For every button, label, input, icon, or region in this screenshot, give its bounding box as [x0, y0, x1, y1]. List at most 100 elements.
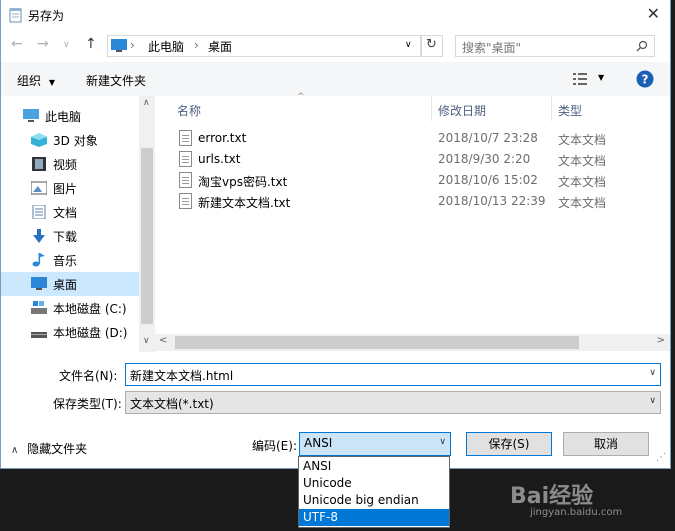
column-header-date[interactable]: 修改日期: [438, 102, 486, 119]
nav-item-label: 视频: [53, 158, 78, 172]
encoding-value: ANSI: [304, 436, 333, 450]
up-arrow-icon[interactable]: ↑: [85, 36, 97, 52]
column-divider[interactable]: [431, 96, 432, 121]
nav-item-documents[interactable]: 文档: [1, 200, 139, 224]
video-icon: [32, 157, 46, 171]
cancel-button[interactable]: 取消: [563, 432, 649, 456]
sort-ascending-icon: ^: [297, 92, 305, 102]
view-dropdown-icon[interactable]: ▼: [598, 73, 604, 82]
nav-item-downloads[interactable]: 下载: [1, 224, 139, 248]
organize-label: 组织: [17, 74, 42, 88]
nav-item-drive-d[interactable]: 本地磁盘 (D:): [1, 320, 139, 344]
file-date: 2018/10/13 22:39: [438, 194, 546, 208]
horizontal-scrollbar[interactable]: < >: [155, 334, 670, 351]
scroll-down-icon[interactable]: ∨: [143, 336, 150, 346]
file-row[interactable]: error.txt 2018/10/7 23:28 文本文档: [162, 128, 670, 149]
filetype-dropdown-icon[interactable]: ∨: [649, 396, 656, 406]
organize-dropdown-icon: ▼: [48, 78, 55, 87]
watermark-url: jingyan.baidu.com: [530, 507, 623, 518]
encoding-label: 编码(E):: [252, 439, 297, 453]
file-type: 文本文档: [558, 154, 607, 168]
file-date: 2018/10/7 23:28: [438, 131, 538, 145]
nav-item-label: 本地磁盘 (C:): [53, 302, 127, 316]
svg-text:?: ?: [642, 73, 649, 87]
title-bar: 另存为 ✕: [1, 0, 670, 30]
scroll-up-icon[interactable]: ∧: [143, 98, 150, 108]
file-name: 新建文本文档.txt: [198, 196, 291, 210]
encoding-option-ansi[interactable]: ANSI: [299, 458, 449, 475]
new-folder-button[interactable]: 新建文件夹: [86, 72, 146, 89]
recent-locations-chevron-icon[interactable]: ∨: [63, 40, 70, 50]
nav-scroll-thumb[interactable]: [141, 148, 153, 324]
encoding-options-list: ANSI Unicode Unicode big endian UTF-8: [298, 456, 450, 528]
column-divider[interactable]: [551, 96, 552, 121]
save-as-dialog: 另存为 ✕ ← → ∨ ↑ › 此电脑 › 桌面 ∨ ↻ 搜索"桌面" 组织 ▼…: [0, 0, 671, 469]
forward-arrow-icon[interactable]: →: [37, 36, 49, 52]
breadcrumb-desktop[interactable]: 桌面: [208, 38, 232, 55]
nav-item-label: 此电脑: [45, 110, 82, 124]
column-header-name[interactable]: 名称: [177, 102, 201, 119]
close-icon[interactable]: ✕: [647, 4, 660, 23]
resize-grip-icon[interactable]: ⋰: [656, 452, 666, 463]
text-file-icon: [179, 130, 192, 146]
filename-value: 新建文本文档.html: [130, 369, 234, 383]
search-input[interactable]: 搜索"桌面": [455, 35, 655, 57]
filename-label: 文件名(N):: [59, 369, 118, 383]
scroll-left-icon[interactable]: <: [159, 335, 167, 346]
filename-dropdown-icon[interactable]: ∨: [649, 368, 656, 378]
file-row[interactable]: 新建文本文档.txt 2018/10/13 22:39 文本文档: [162, 191, 670, 212]
breadcrumb-separator-icon: ›: [194, 38, 199, 52]
filename-input[interactable]: 新建文本文档.html ∨: [125, 363, 661, 386]
view-options-icon[interactable]: [573, 73, 587, 85]
organize-menu[interactable]: 组织 ▼: [17, 72, 55, 89]
navigation-pane: 此电脑 3D 对象 视频 图片 文档 下载 音乐 桌面 本地磁盘 (C:) 本地…: [1, 96, 155, 352]
desktop-icon: [111, 39, 127, 52]
encoding-dropdown-icon[interactable]: ∨: [439, 437, 446, 447]
refresh-icon: ↻: [426, 37, 437, 52]
encoding-select[interactable]: ANSI ∨: [299, 432, 451, 456]
nav-item-label: 本地磁盘 (D:): [53, 326, 128, 340]
column-header-type[interactable]: 类型: [558, 102, 582, 119]
file-date: 2018/10/6 15:02: [438, 173, 538, 187]
nav-item-label: 3D 对象: [53, 134, 98, 148]
address-dropdown-icon[interactable]: ∨: [405, 40, 412, 50]
horizontal-scroll-thumb[interactable]: [175, 336, 579, 349]
encoding-option-utf8[interactable]: UTF-8: [299, 509, 449, 526]
encoding-option-unicode[interactable]: Unicode: [299, 475, 449, 492]
encoding-option-unicode-big-endian[interactable]: Unicode big endian: [299, 492, 449, 509]
back-arrow-icon[interactable]: ←: [11, 36, 23, 52]
nav-item-label: 音乐: [53, 254, 78, 268]
file-row[interactable]: urls.txt 2018/9/30 2:20 文本文档: [162, 149, 670, 170]
filetype-select[interactable]: 文本文档(*.txt) ∨: [125, 391, 661, 414]
desktop-icon: [31, 277, 47, 290]
save-button[interactable]: 保存(S): [466, 432, 552, 456]
refresh-button[interactable]: ↻: [421, 35, 443, 57]
hide-folders-label: 隐藏文件夹: [27, 442, 88, 456]
notepad-icon: [9, 8, 22, 23]
help-icon[interactable]: ?: [636, 70, 654, 88]
download-icon: [33, 229, 45, 243]
nav-item-label: 桌面: [53, 278, 78, 292]
nav-item-3d-objects[interactable]: 3D 对象: [1, 128, 139, 152]
scroll-right-icon[interactable]: >: [657, 335, 665, 346]
nav-item-videos[interactable]: 视频: [1, 152, 139, 176]
text-file-icon: [179, 193, 192, 209]
address-bar[interactable]: › 此电脑 › 桌面 ∨: [107, 35, 421, 57]
file-name: urls.txt: [198, 152, 241, 166]
pc-icon: [23, 109, 39, 122]
text-file-icon: [179, 151, 192, 167]
nav-item-label: 下载: [53, 230, 78, 244]
nav-item-pictures[interactable]: 图片: [1, 176, 139, 200]
nav-item-drive-c[interactable]: 本地磁盘 (C:): [1, 296, 139, 320]
file-row[interactable]: 淘宝vps密码.txt 2018/10/6 15:02 文本文档: [162, 170, 670, 191]
hide-folders-toggle[interactable]: ∧ 隐藏文件夹: [11, 440, 87, 457]
nav-item-this-pc[interactable]: 此电脑: [1, 104, 139, 128]
music-icon: [32, 253, 45, 267]
breadcrumb-this-pc[interactable]: 此电脑: [148, 38, 184, 55]
command-bar: 组织 ▼ 新建文件夹 ▼ ?: [1, 62, 670, 96]
drive-icon: [31, 332, 47, 338]
nav-item-desktop[interactable]: 桌面: [1, 272, 139, 296]
file-type: 文本文档: [558, 196, 607, 210]
nav-item-music[interactable]: 音乐: [1, 248, 139, 272]
nav-scrollbar[interactable]: ∧ ∨: [139, 96, 155, 352]
